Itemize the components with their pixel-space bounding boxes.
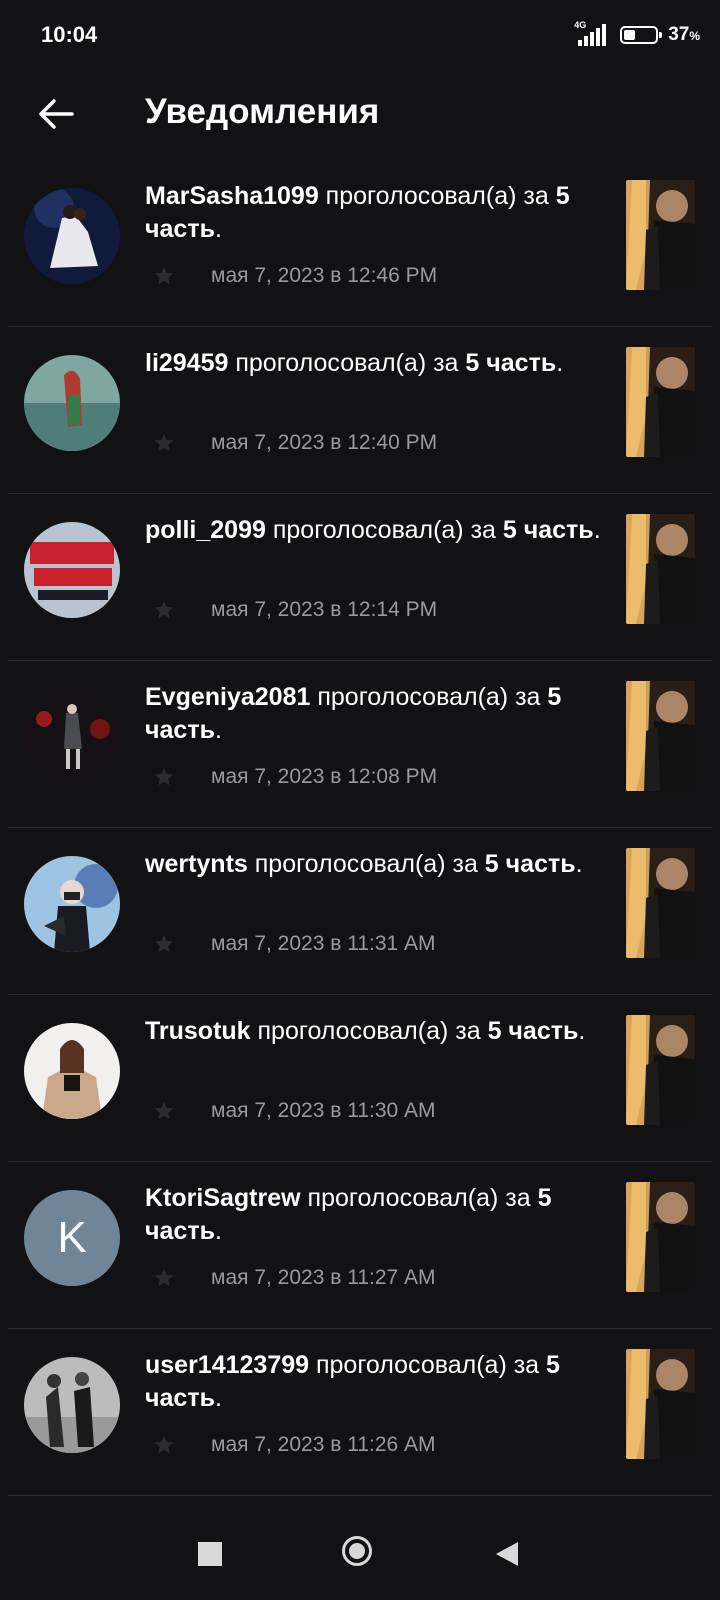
user-avatar[interactable] [24, 522, 120, 618]
story-cover-image[interactable] [626, 514, 695, 624]
notification-date: мая 7, 2023 в 11:30 AM [211, 1099, 436, 1122]
notification-action: проголосовал(а) за [300, 1184, 538, 1212]
circle-home-icon[interactable] [342, 1536, 372, 1566]
star-icon [154, 1101, 174, 1120]
username[interactable]: wertynts [145, 850, 248, 878]
page-title: Уведомления [145, 92, 380, 131]
notification-row[interactable]: Trusotuk проголосовал(а) за 5 часть. мая… [8, 995, 712, 1162]
signal-icon: 4G [574, 20, 610, 48]
story-cover-image[interactable] [626, 1182, 695, 1292]
username[interactable]: Evgeniya2081 [145, 683, 310, 711]
notification-row[interactable]: polli_2099 проголосовал(а) за 5 часть. м… [8, 494, 712, 661]
notification-action: проголосовал(а) за [309, 1351, 547, 1379]
notification-action: проголосовал(а) за [247, 850, 485, 878]
notification-text: li29459 проголосовал(а) за 5 часть. [145, 349, 564, 377]
notification-row[interactable]: wertynts проголосовал(а) за 5 часть. мая… [8, 828, 712, 995]
star-icon [154, 600, 174, 619]
notification-text: Evgeniya2081 проголосовал(а) за 5 часть. [145, 683, 562, 744]
notification-meta: мая 7, 2023 в 11:30 AM [153, 1095, 436, 1127]
notification-action: проголосовал(а) за [318, 182, 556, 210]
triangle-back-icon[interactable] [494, 1540, 520, 1568]
notification-row[interactable]: user14123799 проголосовал(а) за 5 часть.… [8, 1329, 712, 1496]
arrow-left-icon [39, 99, 74, 129]
story-cover-image[interactable] [626, 1349, 695, 1459]
username[interactable]: KtoriSagtrew [145, 1184, 301, 1212]
story-cover-image[interactable] [626, 681, 695, 791]
square-recents-icon[interactable] [198, 1542, 222, 1566]
notification-row[interactable]: Evgeniya2081 проголосовал(а) за 5 часть.… [8, 661, 712, 828]
username[interactable]: user14123799 [145, 1351, 309, 1379]
notification-date: мая 7, 2023 в 11:27 AM [211, 1266, 436, 1289]
notification-meta: мая 7, 2023 в 12:08 PM [153, 761, 437, 793]
notification-date: мая 7, 2023 в 12:14 PM [211, 598, 438, 621]
notification-row[interactable]: li29459 проголосовал(а) за 5 часть. мая … [8, 327, 712, 494]
username[interactable]: polli_2099 [145, 516, 266, 544]
star-icon [154, 1435, 174, 1454]
notification-date: мая 7, 2023 в 12:46 PM [211, 264, 438, 287]
notification-meta: мая 7, 2023 в 11:26 AM [153, 1429, 436, 1461]
system-nav-bar [0, 1500, 720, 1600]
notification-meta: мая 7, 2023 в 12:40 PM [153, 427, 437, 459]
user-avatar[interactable] [24, 856, 120, 952]
notification-action: проголосовал(а) за [265, 516, 503, 544]
story-cover-image[interactable] [626, 1015, 695, 1125]
star-icon [154, 433, 174, 452]
notification-row[interactable]: MarSasha1099 проголосовал(а) за 5 часть.… [8, 160, 712, 327]
star-icon [154, 266, 174, 285]
notification-text: wertynts проголосовал(а) за 5 часть. [145, 850, 583, 878]
user-avatar[interactable] [24, 1023, 120, 1119]
star-icon [154, 1268, 174, 1287]
star-icon [154, 934, 174, 953]
story-part: 5 часть [465, 349, 557, 377]
notification-action: проголосовал(а) за [228, 349, 466, 377]
story-cover-image[interactable] [626, 347, 695, 457]
story-cover-image[interactable] [626, 180, 695, 290]
user-avatar[interactable] [24, 188, 120, 284]
notification-meta: мая 7, 2023 в 12:46 PM [153, 260, 437, 292]
notification-text: polli_2099 проголосовал(а) за 5 часть. [145, 516, 601, 544]
notification-text: Trusotuk проголосовал(а) за 5 часть. [145, 1017, 586, 1045]
app-header: Уведомления [0, 70, 720, 160]
status-bar: 10:04 4G 37% [0, 0, 720, 70]
notification-text: user14123799 проголосовал(а) за 5 часть. [145, 1351, 560, 1412]
user-avatar[interactable]: K [24, 1190, 120, 1286]
notification-date: мая 7, 2023 в 11:31 AM [211, 932, 436, 955]
notification-date: мая 7, 2023 в 12:40 PM [211, 431, 438, 454]
status-time: 10:04 [41, 22, 98, 47]
user-avatar[interactable] [24, 1357, 120, 1453]
star-icon [154, 767, 174, 786]
username[interactable]: li29459 [145, 349, 228, 377]
notification-date: мая 7, 2023 в 12:08 PM [211, 765, 438, 788]
battery-icon [620, 26, 663, 44]
story-cover-image[interactable] [626, 848, 695, 958]
username[interactable]: Trusotuk [145, 1017, 251, 1045]
user-avatar[interactable] [24, 689, 120, 785]
notifications-list: MarSasha1099 проголосовал(а) за 5 часть.… [0, 160, 720, 1496]
notification-date: мая 7, 2023 в 11:26 AM [211, 1433, 436, 1456]
notification-text: KtoriSagtrew проголосовал(а) за 5 часть. [145, 1184, 552, 1245]
battery-percent: 37% [668, 24, 700, 45]
notification-meta: мая 7, 2023 в 12:14 PM [153, 594, 437, 626]
avatar-letter: K [24, 1190, 120, 1286]
story-part: 5 часть [502, 516, 594, 544]
notification-row[interactable]: K KtoriSagtrew проголосовал(а) за 5 част… [8, 1162, 712, 1329]
notification-action: проголосовал(а) за [250, 1017, 488, 1045]
username[interactable]: MarSasha1099 [145, 182, 319, 210]
story-part: 5 часть [487, 1017, 579, 1045]
status-icons: 4G 37% [574, 20, 700, 50]
notification-text: MarSasha1099 проголосовал(а) за 5 часть. [145, 182, 570, 243]
notification-action: проголосовал(а) за [310, 683, 548, 711]
back-button[interactable] [30, 88, 82, 140]
story-part: 5 часть [484, 850, 576, 878]
notification-meta: мая 7, 2023 в 11:31 AM [153, 928, 436, 960]
user-avatar[interactable] [24, 355, 120, 451]
notification-meta: мая 7, 2023 в 11:27 AM [153, 1262, 436, 1294]
